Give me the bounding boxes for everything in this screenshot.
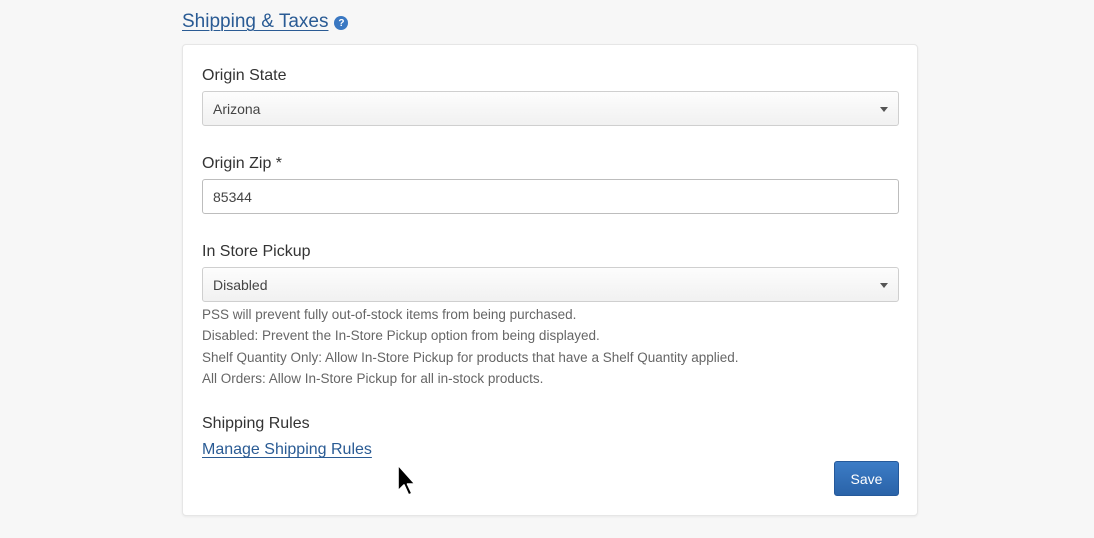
in-store-pickup-help: PSS will prevent fully out-of-stock item… (202, 304, 739, 389)
section-header: Shipping & Taxes ? (182, 11, 349, 33)
shipping-rules-label: Shipping Rules (202, 415, 310, 432)
in-store-pickup-value: Disabled (213, 276, 268, 293)
origin-zip-input[interactable] (202, 179, 899, 214)
help-line: PSS will prevent fully out-of-stock item… (202, 307, 577, 322)
section-title-link[interactable]: Shipping & Taxes (182, 11, 328, 33)
origin-state-value: Arizona (213, 100, 261, 117)
help-line: All Orders: Allow In-Store Pickup for al… (202, 370, 544, 386)
origin-zip-label: Origin Zip * (202, 155, 283, 172)
origin-state-select[interactable]: Arizona (202, 91, 899, 126)
manage-shipping-rules-link[interactable]: Manage Shipping Rules (202, 441, 372, 459)
in-store-pickup-select[interactable]: Disabled (202, 267, 899, 302)
mouse-pointer-icon (397, 464, 416, 496)
origin-state-label: Origin State (202, 67, 287, 84)
question-circle-icon[interactable]: ? (334, 16, 349, 30)
chevron-down-icon (880, 107, 888, 112)
chevron-down-icon (880, 283, 888, 288)
save-button[interactable]: Save (834, 461, 899, 496)
page: Shipping & Taxes ? Origin State Arizona … (0, 0, 1094, 538)
help-line: Shelf Quantity Only: Allow In-Store Pick… (202, 349, 739, 365)
help-line: Disabled: Prevent the In-Store Pickup op… (202, 328, 600, 344)
in-store-pickup-label: In Store Pickup (202, 243, 311, 260)
shipping-taxes-card: Origin State Arizona Origin Zip * In Sto… (182, 44, 918, 516)
